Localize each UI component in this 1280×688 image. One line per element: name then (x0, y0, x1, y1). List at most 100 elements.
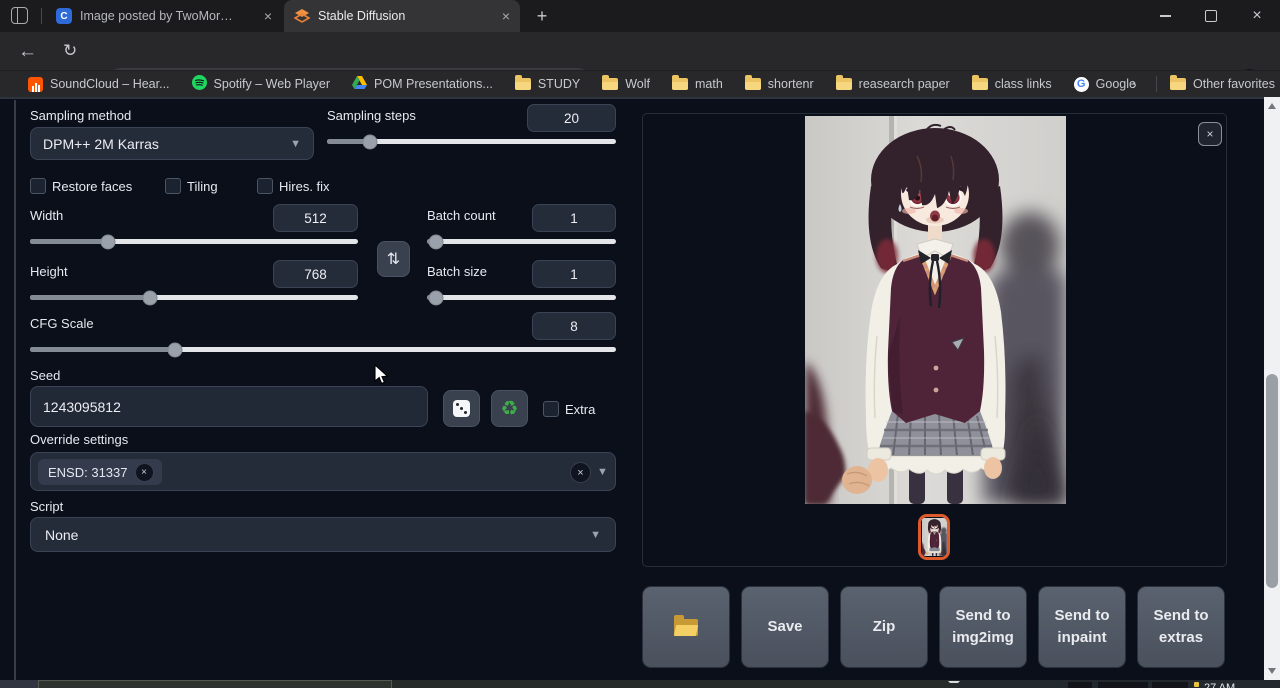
seed-label: Seed (30, 368, 60, 383)
sampling-steps-slider[interactable] (327, 139, 616, 144)
sampling-steps-value[interactable]: 20 (527, 104, 616, 132)
google-icon: G (1074, 77, 1089, 92)
taskbar-sliver: 27 AM (0, 680, 1280, 688)
browser-toolbar: ← ↻ ⓘ 127.0.0.1:7860 A) ☆+ » ♺ IA AD ∿ Y… (0, 32, 1280, 70)
bookmark-pom[interactable]: POM Presentations... (352, 76, 493, 93)
taskbar-app-icon[interactable] (1068, 682, 1092, 688)
taskbar-search-box[interactable] (38, 680, 392, 688)
batch-size-value[interactable]: 1 (532, 260, 616, 288)
recycle-icon: ♻ (501, 396, 519, 421)
chevron-down-icon[interactable]: ▼ (597, 466, 608, 478)
close-window-button[interactable]: × (1234, 0, 1280, 32)
override-settings-box[interactable]: ENSD: 31337 × × ▼ (30, 452, 616, 491)
screen: C Image posted by TwoMoreTimes × Stable … (0, 0, 1280, 688)
sampling-method-dropdown[interactable]: DPM++ 2M Karras▼ (30, 127, 314, 160)
refresh-icon[interactable]: ↻ (63, 41, 77, 61)
reuse-seed-button[interactable]: ♻ (491, 390, 528, 427)
slider-handle[interactable] (363, 134, 378, 149)
dice-icon (453, 400, 470, 417)
taskbar-start-area[interactable] (0, 680, 38, 688)
script-dropdown[interactable]: None▼ (30, 517, 616, 552)
bookmark-math[interactable]: math (672, 77, 723, 91)
tray-chevron-icon[interactable] (948, 681, 960, 688)
taskbar-notification-icon (1194, 682, 1199, 687)
restore-button[interactable] (1188, 0, 1234, 32)
tab-title: Stable Diffusion (318, 9, 405, 23)
bookmark-google[interactable]: GGoogle (1074, 77, 1136, 92)
taskbar-app-icon[interactable] (1098, 682, 1148, 688)
chevron-down-icon: ▼ (290, 138, 301, 150)
slider-handle[interactable] (168, 342, 183, 357)
tab-stable-diffusion[interactable]: Stable Diffusion × (284, 0, 520, 32)
scrollbar-thumb[interactable] (1266, 374, 1278, 588)
batch-count-slider[interactable] (427, 239, 616, 244)
height-slider[interactable] (30, 295, 358, 300)
cfg-scale-label: CFG Scale (30, 316, 94, 331)
width-slider[interactable] (30, 239, 358, 244)
seed-input[interactable]: 1243095812 (30, 386, 428, 427)
tiling-checkbox[interactable] (165, 178, 181, 194)
batch-size-slider[interactable] (427, 295, 616, 300)
slider-handle[interactable] (101, 234, 116, 249)
bookmark-wolf[interactable]: Wolf (602, 77, 650, 91)
width-value[interactable]: 512 (273, 204, 358, 232)
scroll-down-icon[interactable] (1268, 668, 1276, 674)
gallery-thumbnail[interactable] (918, 514, 950, 560)
bookmark-reasearch-paper[interactable]: reasearch paper (836, 77, 950, 91)
bookmark-class-links[interactable]: class links (972, 77, 1052, 91)
folder-icon (972, 78, 988, 90)
bookmark-shortenr[interactable]: shortenr (745, 77, 814, 91)
send-to-inpaint-button[interactable]: Send to inpaint (1038, 586, 1126, 668)
save-button[interactable]: Save (741, 586, 829, 668)
soundcloud-icon (28, 77, 43, 92)
new-tab-button[interactable]: + (530, 4, 554, 28)
swap-dimensions-button[interactable]: ⇅ (377, 241, 410, 277)
hires-fix-checkbox[interactable] (257, 178, 273, 194)
override-chip[interactable]: ENSD: 31337 × (38, 459, 162, 485)
taskbar-clock[interactable]: 27 AM (1204, 682, 1274, 688)
slider-handle[interactable] (429, 234, 444, 249)
restore-faces-label: Restore faces (52, 179, 132, 194)
height-label: Height (30, 264, 68, 279)
other-favorites[interactable]: Other favorites (1170, 77, 1275, 91)
folder-icon (602, 78, 618, 90)
zip-button[interactable]: Zip (840, 586, 928, 668)
random-seed-button[interactable] (443, 390, 480, 427)
back-icon[interactable]: ← (18, 41, 37, 63)
clear-all-icon[interactable]: × (570, 462, 591, 483)
cfg-scale-slider[interactable] (30, 347, 616, 352)
bookmark-spotify[interactable]: Spotify – Web Player (192, 75, 331, 93)
send-to-img2img-button[interactable]: Send to img2img (939, 586, 1027, 668)
spotify-icon (192, 75, 207, 93)
page-top-rule (0, 97, 1280, 99)
chip-remove-icon[interactable]: × (135, 463, 154, 482)
minimize-button[interactable] (1142, 0, 1188, 32)
workspaces-icon[interactable] (11, 7, 28, 24)
tab-divider (41, 8, 42, 24)
close-image-button[interactable]: × (1198, 122, 1222, 146)
bookmark-study[interactable]: STUDY (515, 77, 580, 91)
batch-count-value[interactable]: 1 (532, 204, 616, 232)
folder-icon (515, 78, 531, 90)
restore-faces-checkbox[interactable] (30, 178, 46, 194)
tab-civitai[interactable]: C Image posted by TwoMoreTimes × (46, 0, 282, 32)
bookmark-soundcloud[interactable]: SoundCloud – Hear... (28, 77, 170, 92)
open-folder-button[interactable] (642, 586, 730, 668)
send-to-extras-button[interactable]: Send to extras (1137, 586, 1225, 668)
tab-close-icon[interactable]: × (264, 9, 272, 23)
taskbar-app-icon[interactable] (1152, 682, 1188, 688)
generated-image[interactable] (805, 116, 1066, 504)
cfg-scale-value[interactable]: 8 (532, 312, 616, 340)
bookmarks-overflow-chevron[interactable]: › (1132, 76, 1137, 92)
vertical-scrollbar[interactable] (1264, 97, 1280, 680)
slider-handle[interactable] (143, 290, 158, 305)
override-settings-label: Override settings (30, 432, 128, 447)
tiling-label: Tiling (187, 179, 218, 194)
scroll-up-icon[interactable] (1268, 103, 1276, 109)
batch-size-label: Batch size (427, 264, 487, 279)
slider-handle[interactable] (429, 290, 444, 305)
tab-close-icon[interactable]: × (502, 9, 510, 23)
extra-checkbox[interactable] (543, 401, 559, 417)
page-left-divider (14, 100, 16, 680)
height-value[interactable]: 768 (273, 260, 358, 288)
